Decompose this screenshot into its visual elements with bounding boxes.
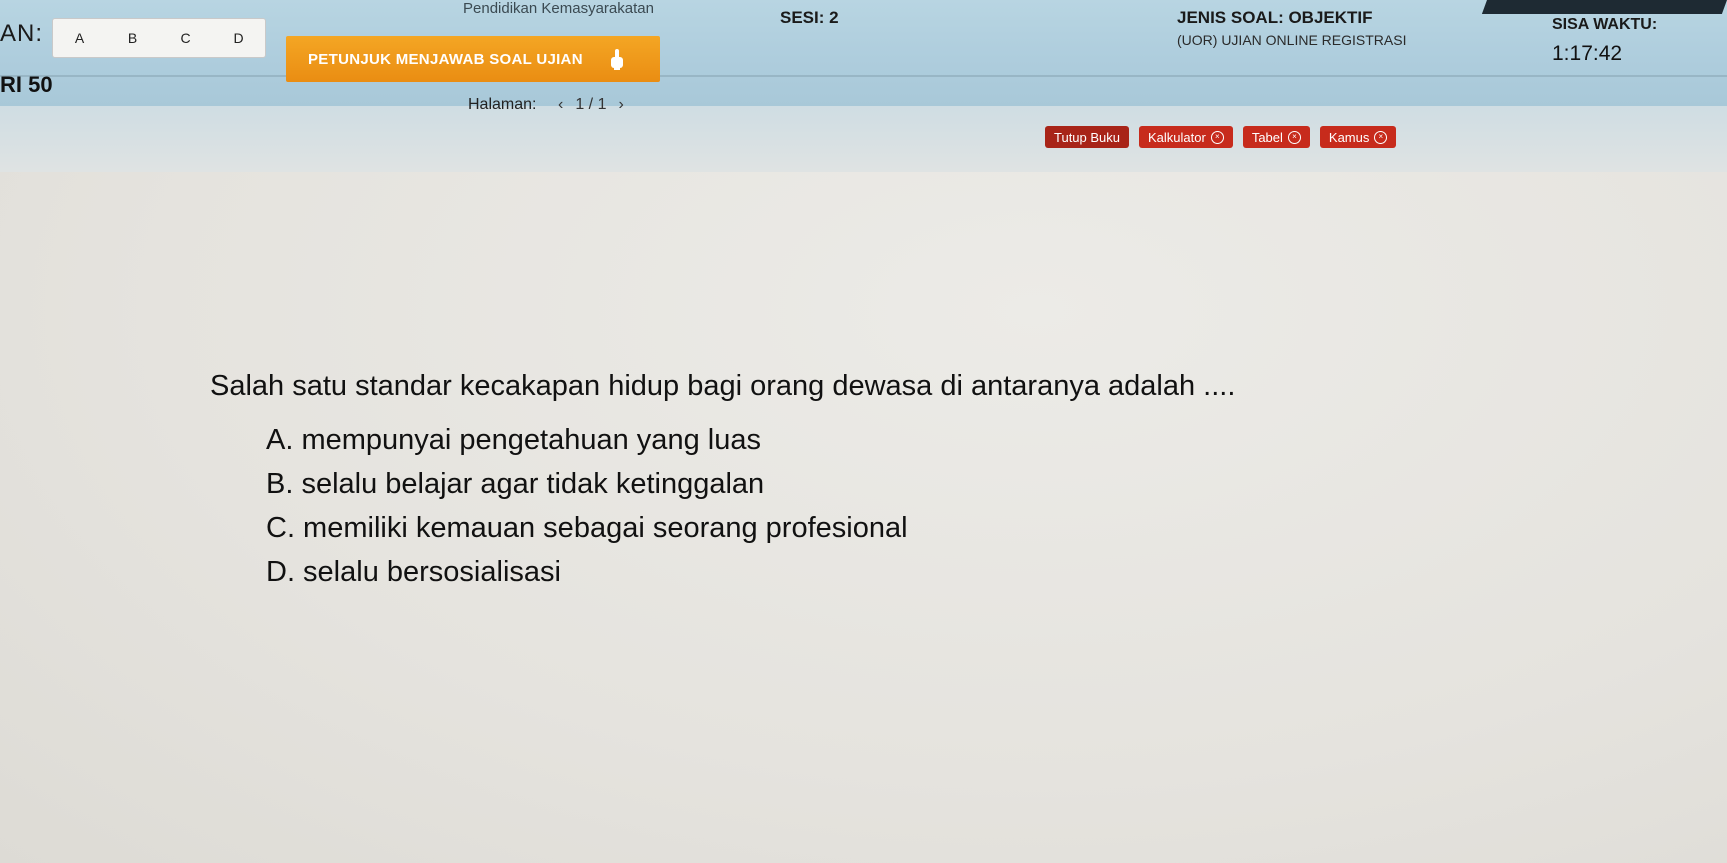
exam-header: Pendidikan Kemasyarakatan AN: A B C D PE… — [0, 0, 1727, 108]
table-button[interactable]: Tabel × — [1242, 126, 1310, 148]
close-circle-icon: × — [1374, 130, 1388, 144]
subject-title: Pendidikan Kemasyarakatan — [463, 0, 654, 17]
pointer-hand-icon — [610, 49, 623, 70]
answer-label: AN: — [0, 20, 44, 47]
answer-choice-c[interactable]: C — [166, 30, 206, 46]
question-type-label: JENIS SOAL: OBJEKTIF — [1177, 8, 1373, 27]
option-d[interactable]: D. selalu bersosialisasi — [266, 550, 908, 594]
answer-choice-bar: A B C D — [52, 18, 266, 58]
tool-buttons: Tutup Buku Kalkulator × Tabel × Kamus × — [1045, 126, 1397, 148]
pagination: ‹ 1 / 1 › — [558, 96, 624, 114]
guide-button-label: PETUNJUK MENJAWAB SOAL UJIAN — [308, 50, 583, 68]
close-book-label: Tutup Buku — [1054, 129, 1121, 145]
prev-page-button[interactable]: ‹ — [558, 96, 563, 114]
countdown-timer: 1:17:42 — [1552, 42, 1623, 65]
answer-options: A. mempunyai pengetahuan yang luas B. se… — [266, 418, 908, 594]
guide-button[interactable]: PETUNJUK MENJAWAB SOAL UJIAN — [286, 36, 660, 82]
header-divider — [0, 75, 1727, 77]
dictionary-button[interactable]: Kamus × — [1319, 126, 1397, 148]
answer-choice-d[interactable]: D — [219, 30, 259, 46]
answer-choice-b[interactable]: B — [113, 30, 153, 46]
time-left-label: SISA WAKTU: — [1552, 16, 1658, 33]
close-circle-icon: × — [1287, 130, 1301, 144]
next-page-button[interactable]: › — [618, 96, 623, 114]
table-label: Tabel — [1251, 129, 1283, 145]
dictionary-label: Kamus — [1328, 129, 1370, 145]
current-page: 1 / 1 — [575, 96, 607, 113]
question-number: RI 50 — [0, 72, 53, 97]
page-label: Halaman: — [468, 96, 537, 113]
option-b[interactable]: B. selalu belajar agar tidak ketinggalan — [266, 462, 908, 506]
exam-name-label: (UOR) UJIAN ONLINE REGISTRASI — [1177, 32, 1407, 48]
close-circle-icon: × — [1210, 130, 1224, 144]
header-corner-decoration — [1481, 0, 1727, 14]
option-a[interactable]: A. mempunyai pengetahuan yang luas — [266, 418, 908, 462]
session-label: SESI: 2 — [780, 8, 839, 27]
option-c[interactable]: C. memiliki kemauan sebagai seorang prof… — [266, 506, 908, 550]
question-text: Salah satu standar kecakapan hidup bagi … — [210, 370, 1236, 402]
answer-choice-a[interactable]: A — [60, 30, 100, 46]
calculator-button[interactable]: Kalkulator × — [1139, 126, 1233, 148]
calculator-label: Kalkulator — [1148, 129, 1206, 145]
close-book-button[interactable]: Tutup Buku — [1045, 126, 1130, 148]
toolbar-strip — [0, 106, 1727, 173]
